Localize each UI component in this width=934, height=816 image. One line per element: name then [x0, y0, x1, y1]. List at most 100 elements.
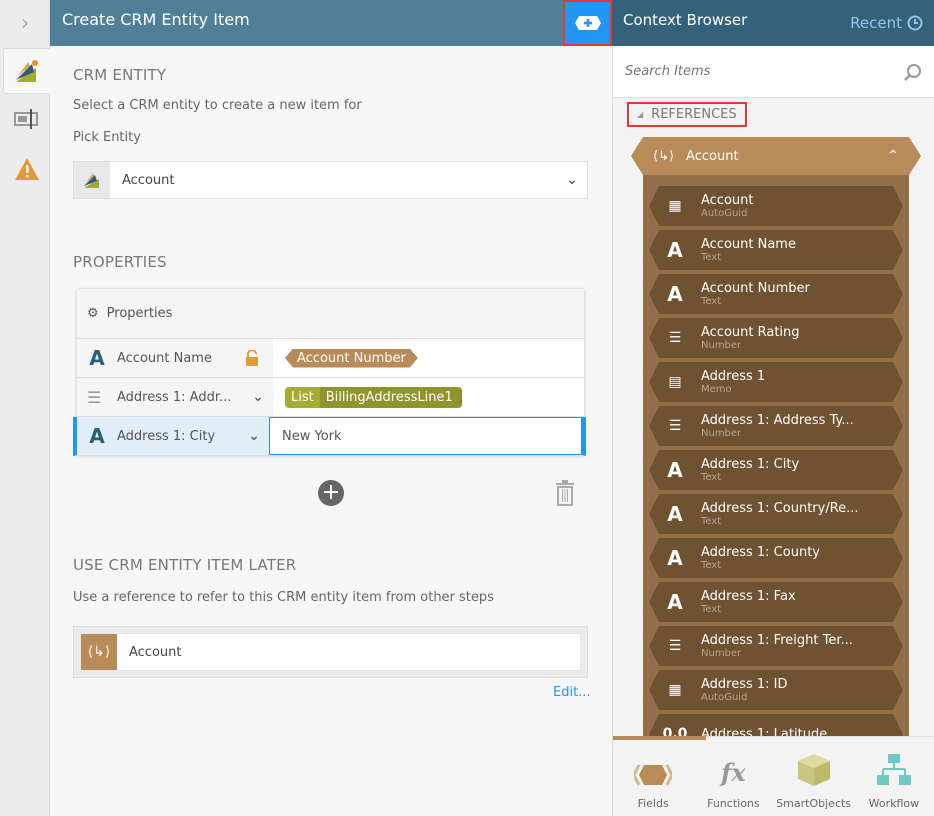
number-type-icon: ☰ [668, 638, 682, 654]
trash-icon[interactable] [555, 480, 575, 506]
reference-icon: ⟨↳⟩ [653, 148, 675, 164]
entity-select[interactable]: Account ⌄ [73, 161, 588, 199]
references-label: REFERENCES [651, 107, 737, 122]
warning-icon [14, 158, 39, 180]
crm-entity-tab[interactable] [3, 48, 50, 94]
expand-chevron-icon[interactable]: › [0, 0, 50, 46]
property-name: Account Name [117, 350, 212, 366]
field-type: AutoGuid [701, 208, 748, 219]
field-name: Address 1: Country/Re... [701, 501, 859, 516]
decimal-type-icon: 0.0 [662, 726, 688, 736]
tab-workflow[interactable]: Workflow [854, 737, 934, 816]
chevron-down-icon[interactable]: ⌄ [239, 428, 269, 444]
edit-link[interactable]: Edit... [553, 685, 591, 700]
list-tag[interactable]: List BillingAddressLine1 [285, 386, 462, 408]
search-icon[interactable] [904, 63, 922, 81]
field-type: Text [701, 604, 722, 615]
field-item[interactable]: A Address 1: Country/Re... Text [649, 494, 903, 534]
field-item[interactable]: A Account Number Text [649, 274, 903, 314]
field-name: Account [701, 193, 754, 208]
text-type-icon: A [89, 424, 105, 448]
field-type: AutoGuid [701, 692, 748, 703]
collapse-triangle-icon: ◢ [637, 110, 644, 119]
textbox-icon [13, 109, 38, 129]
number-list-icon: ☰ [87, 387, 102, 407]
field-type: Memo [701, 384, 732, 395]
field-item[interactable]: ☰ Address 1: Address Ty... Number [649, 406, 903, 446]
autoguid-type-icon: ▦ [668, 198, 682, 214]
chevron-up-icon[interactable]: ⌃ [887, 148, 899, 164]
account-group-header[interactable]: ⟨↳⟩ Account ⌃ [631, 137, 921, 175]
properties-heading: PROPERTIES [73, 253, 167, 271]
chevron-down-icon[interactable]: ⌄ [243, 389, 273, 405]
property-row[interactable]: ☰ Address 1: Addr... ⌄ List BillingAddressL… [77, 378, 584, 417]
crm-logo-icon [74, 162, 110, 198]
field-name: Address 1 [701, 369, 766, 384]
field-item[interactable]: A Address 1: Fax Text [649, 582, 903, 622]
field-type: Text [701, 472, 722, 483]
field-type: Number [701, 648, 742, 659]
workflow-icon [876, 754, 911, 785]
memo-type-icon: ▤ [668, 374, 682, 390]
recent-button[interactable]: Recent [850, 11, 923, 35]
field-item[interactable]: 0.0 Address 1: Latitude [649, 714, 903, 736]
field-item[interactable]: ☰ Account Rating Number [649, 318, 903, 358]
field-item[interactable]: A Account Name Text [649, 230, 903, 270]
field-type: Text [701, 560, 722, 571]
property-name: Address 1: Addr... [117, 389, 232, 405]
list-value: BillingAddressLine1 [319, 386, 459, 408]
references-toggle[interactable]: ◢ REFERENCES [627, 102, 747, 127]
tab-label: Fields [637, 797, 669, 810]
reference-tag[interactable]: Account Number [285, 349, 418, 368]
crm-entity-heading: CRM ENTITY [73, 66, 167, 84]
field-item[interactable]: A Address 1: County Text [649, 538, 903, 578]
group-name: Account [686, 148, 739, 164]
field-name: Address 1: Latitude [701, 726, 828, 736]
field-item[interactable]: ▦ Account AutoGuid [649, 186, 903, 226]
property-row-selected[interactable]: A Address 1: City ⌄ New York [73, 417, 586, 456]
number-type-icon: ☰ [668, 418, 682, 434]
warnings-tab[interactable] [3, 146, 50, 192]
tab-label: Workflow [868, 797, 920, 810]
tab-smartobjects[interactable]: SmartObjects [774, 737, 854, 816]
unlock-icon[interactable] [245, 350, 259, 366]
text-type-icon: A [667, 502, 683, 526]
text-type-icon: A [667, 238, 683, 262]
chevron-down-icon[interactable]: ⌄ [557, 172, 587, 188]
reference-field[interactable]: ⟨↳⟩ Account [73, 626, 588, 678]
bottom-tabs: Fields fx Functions SmartObjects Workflow [612, 736, 934, 816]
entity-select-value: Account [122, 172, 175, 188]
property-row[interactable]: A Account Name Account Number [77, 339, 584, 378]
add-reference-button[interactable] [563, 0, 612, 46]
crm-logo-icon [16, 60, 38, 82]
reference-icon: ⟨↳⟩ [81, 634, 117, 670]
field-item[interactable]: A Address 1: City Text [649, 450, 903, 490]
clock-icon [907, 15, 923, 31]
left-rail: › [0, 0, 50, 816]
text-type-icon: A [667, 282, 683, 306]
search-input[interactable] [625, 64, 875, 79]
tab-label: Functions [707, 797, 760, 810]
text-type-icon: A [667, 590, 683, 614]
functions-icon: fx [721, 758, 746, 787]
properties-icon: ⚙ [87, 306, 99, 321]
add-property-button[interactable]: + [318, 480, 344, 506]
property-name: Address 1: City [117, 428, 216, 444]
tab-functions[interactable]: fx Functions [693, 737, 773, 816]
crm-entity-description: Select a CRM entity to create a new item… [73, 98, 362, 113]
field-type: Number [701, 340, 742, 351]
properties-table: ⚙ Properties A Account Name Account Number… [73, 288, 586, 456]
field-item[interactable]: ▤ Address 1 Memo [649, 362, 903, 402]
field-item[interactable]: ☰ Address 1: Freight Ter... Number [649, 626, 903, 666]
city-value-input[interactable]: New York [269, 417, 582, 455]
field-type: Text [701, 516, 722, 527]
field-item[interactable]: ▦ Address 1: ID AutoGuid [649, 670, 903, 710]
properties-tab[interactable] [3, 96, 50, 142]
field-name: Account Number [701, 281, 810, 296]
field-name: Address 1: Address Ty... [701, 413, 854, 428]
tab-fields[interactable]: Fields [613, 737, 693, 816]
text-type-icon: A [89, 346, 105, 370]
field-name: Address 1: Fax [701, 589, 796, 604]
pick-entity-label: Pick Entity [73, 130, 141, 145]
field-name: Address 1: City [701, 457, 800, 472]
